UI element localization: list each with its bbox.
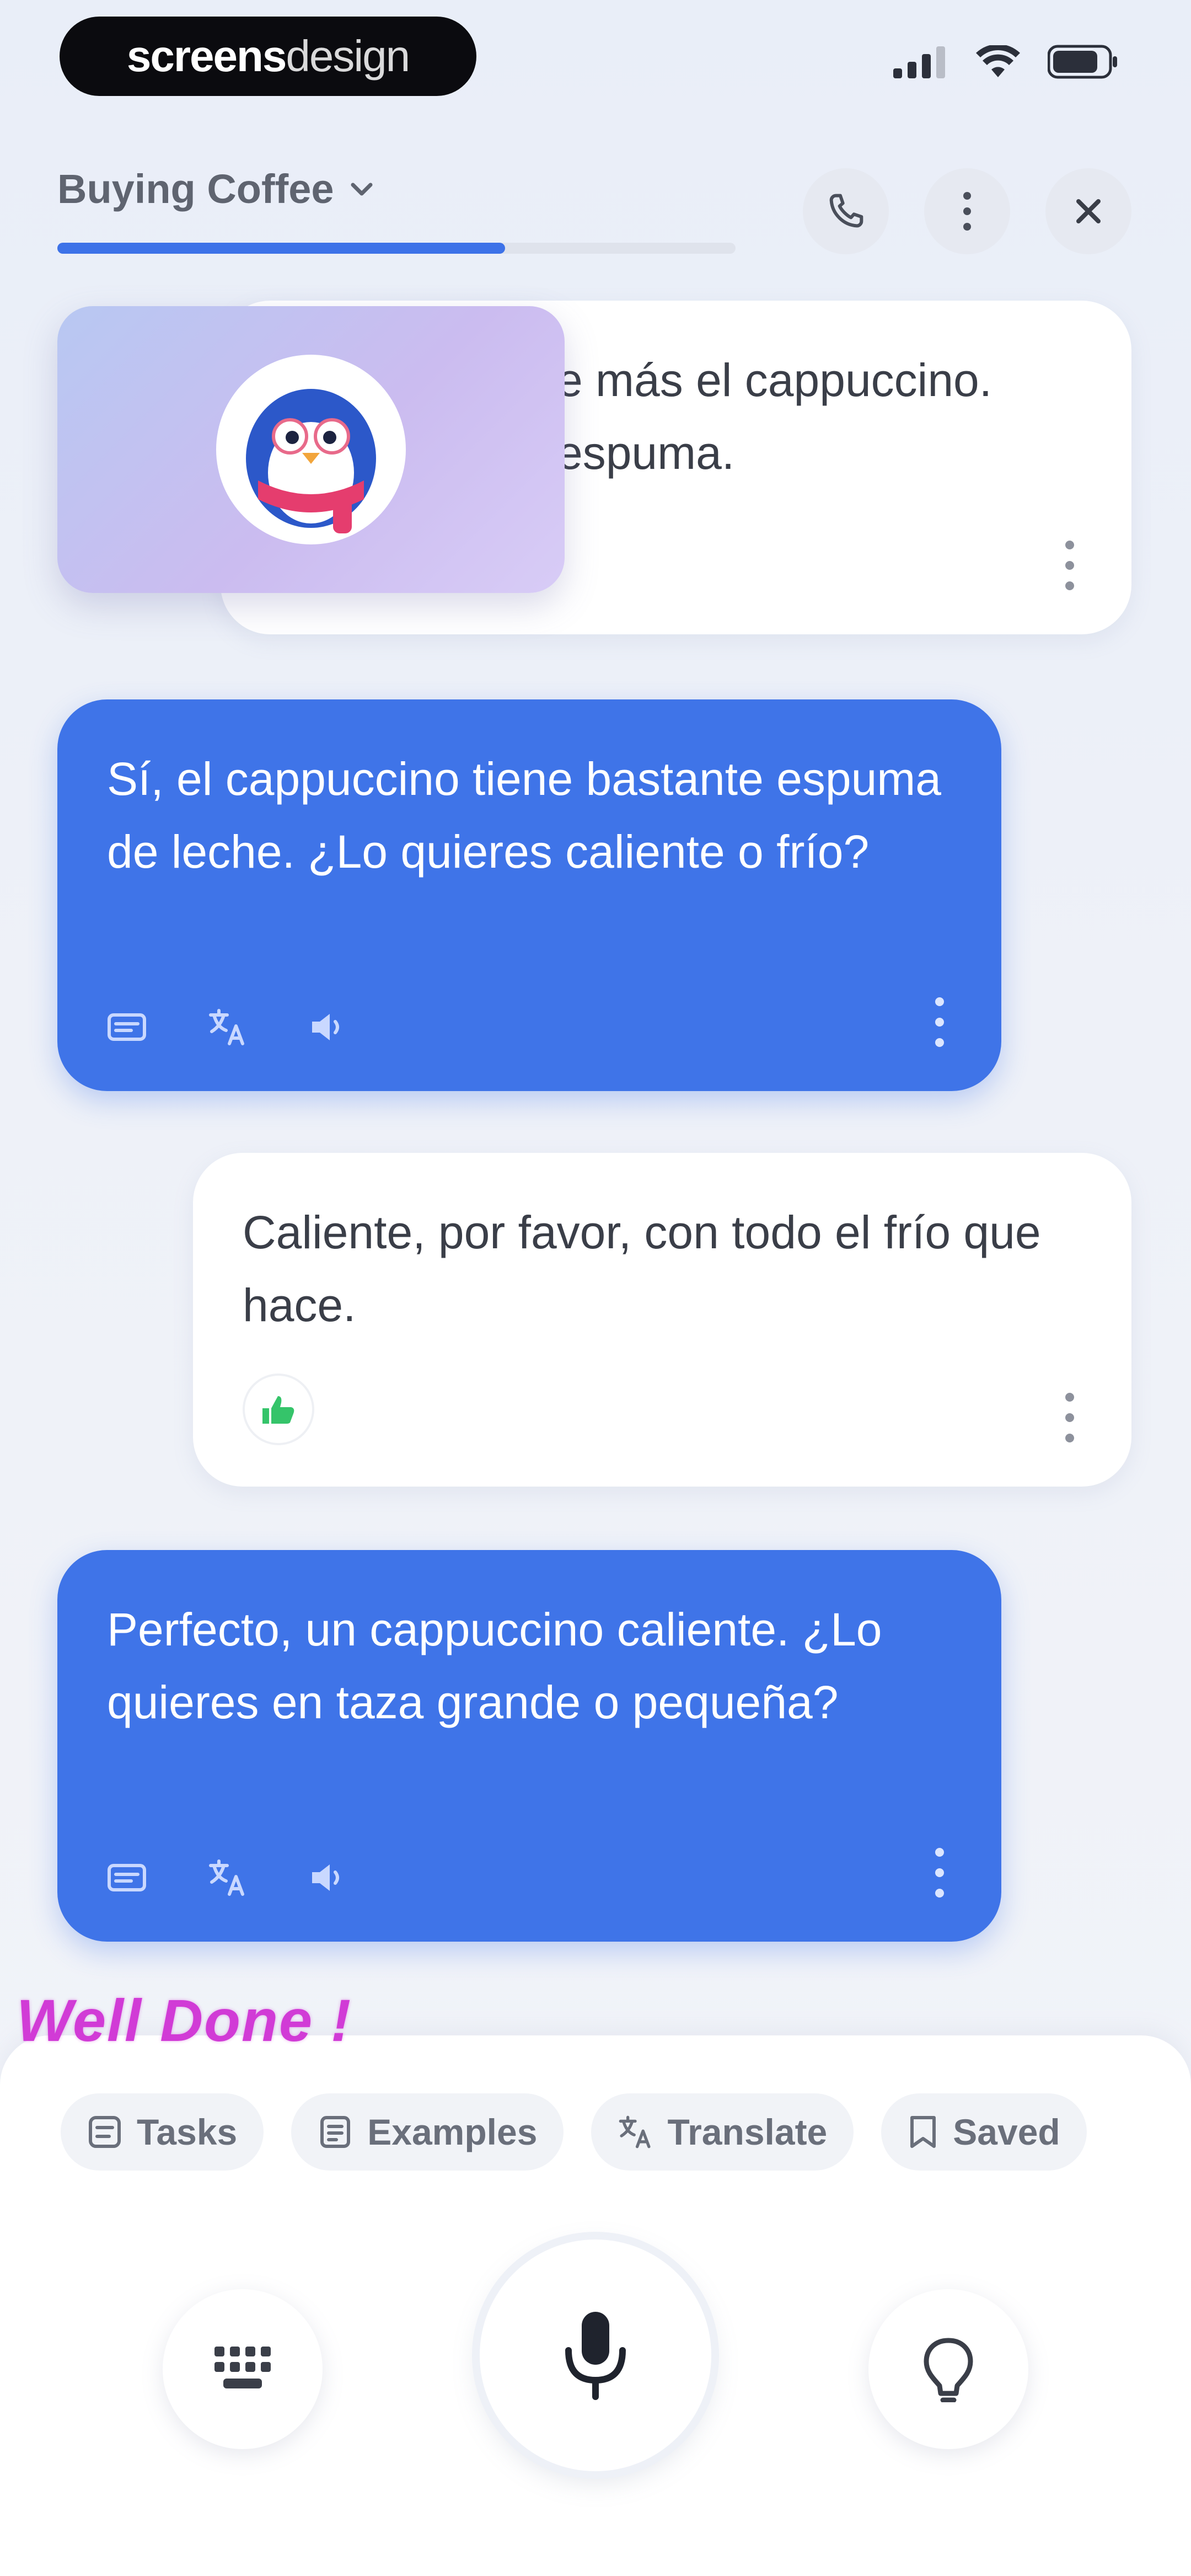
translate-icon[interactable] <box>207 1007 247 1047</box>
thumbs-up-icon <box>262 1396 294 1424</box>
close-button[interactable] <box>1045 168 1131 254</box>
pronunciation-feedback-badge[interactable] <box>243 1373 314 1445</box>
tasks-icon <box>89 2116 121 2148</box>
scenario-title: Buying Coffee <box>57 166 334 212</box>
saved-chip[interactable]: Saved <box>881 2093 1087 2171</box>
hint-icon <box>924 2338 973 2402</box>
tasks-chip[interactable]: Tasks <box>61 2093 264 2171</box>
chip-label: Tasks <box>137 2112 238 2152</box>
brand-watermark: screens design <box>60 17 476 96</box>
conversation-header: Buying Coffee <box>0 143 1191 265</box>
bookmark-icon <box>910 2116 936 2148</box>
tutor-avatar-card[interactable] <box>57 306 565 593</box>
status-icons <box>893 44 1119 79</box>
message-text: Sí, el cappuccino tiene bastante espuma … <box>107 753 941 878</box>
message-text: Perfecto, un cappuccino caliente. ¿Lo qu… <box>107 1604 882 1728</box>
microphone-icon <box>565 2312 626 2400</box>
examples-chip[interactable]: Examples <box>291 2093 564 2171</box>
message-tools <box>107 1858 347 1898</box>
chip-label: Translate <box>667 2112 828 2152</box>
message-text: Caliente, por favor, con todo el frío qu… <box>243 1206 1041 1331</box>
message-more-button[interactable] <box>933 997 946 1047</box>
chip-label: Saved <box>953 2112 1060 2152</box>
phone-icon <box>829 194 863 228</box>
more-options-button[interactable] <box>924 168 1010 254</box>
helper-chips: Tasks Examples Translate Saved <box>61 2093 1087 2171</box>
cellular-signal-icon <box>893 46 945 78</box>
more-vertical-icon <box>963 192 971 231</box>
translate-icon <box>619 2115 651 2149</box>
user-message-bubble: Caliente, por favor, con todo el frío qu… <box>193 1153 1131 1487</box>
close-icon <box>1076 199 1101 223</box>
brand-text-light: design <box>286 31 410 81</box>
lesson-progress-bar <box>57 243 736 254</box>
keyboard-button[interactable] <box>163 2289 323 2449</box>
scenario-selector[interactable]: Buying Coffee <box>57 165 373 212</box>
call-button[interactable] <box>803 168 889 254</box>
brand-text-bold: screens <box>126 31 287 81</box>
microphone-button[interactable] <box>480 2240 711 2471</box>
well-done-banner: Well Done ! <box>17 1987 352 2054</box>
battery-icon <box>1048 45 1117 79</box>
ai-message-bubble: Perfecto, un cappuccino caliente. ¿Lo qu… <box>57 1550 1001 1942</box>
keyboard-icon <box>214 2347 271 2388</box>
hint-button[interactable] <box>868 2289 1028 2449</box>
message-more-button[interactable] <box>1063 1393 1076 1442</box>
status-bar: screens design <box>0 0 1191 116</box>
message-tools <box>107 1007 347 1047</box>
chevron-down-icon <box>351 183 373 195</box>
transcript-icon[interactable] <box>107 1011 147 1044</box>
examples-icon <box>320 2116 351 2148</box>
speaker-icon[interactable] <box>308 1009 347 1045</box>
wifi-icon <box>976 45 1020 77</box>
speaker-icon[interactable] <box>308 1860 347 1895</box>
penguin-mascot-icon <box>216 355 406 544</box>
message-more-button[interactable] <box>1063 541 1076 590</box>
input-panel: Tasks Examples Translate Saved <box>0 2035 1191 2576</box>
chip-label: Examples <box>367 2112 538 2152</box>
message-more-button[interactable] <box>933 1848 946 1898</box>
transcript-icon[interactable] <box>107 1861 147 1894</box>
lesson-progress-fill <box>57 243 505 254</box>
translate-chip[interactable]: Translate <box>591 2093 854 2171</box>
ai-message-bubble: Sí, el cappuccino tiene bastante espuma … <box>57 699 1001 1091</box>
translate-icon[interactable] <box>207 1858 247 1898</box>
